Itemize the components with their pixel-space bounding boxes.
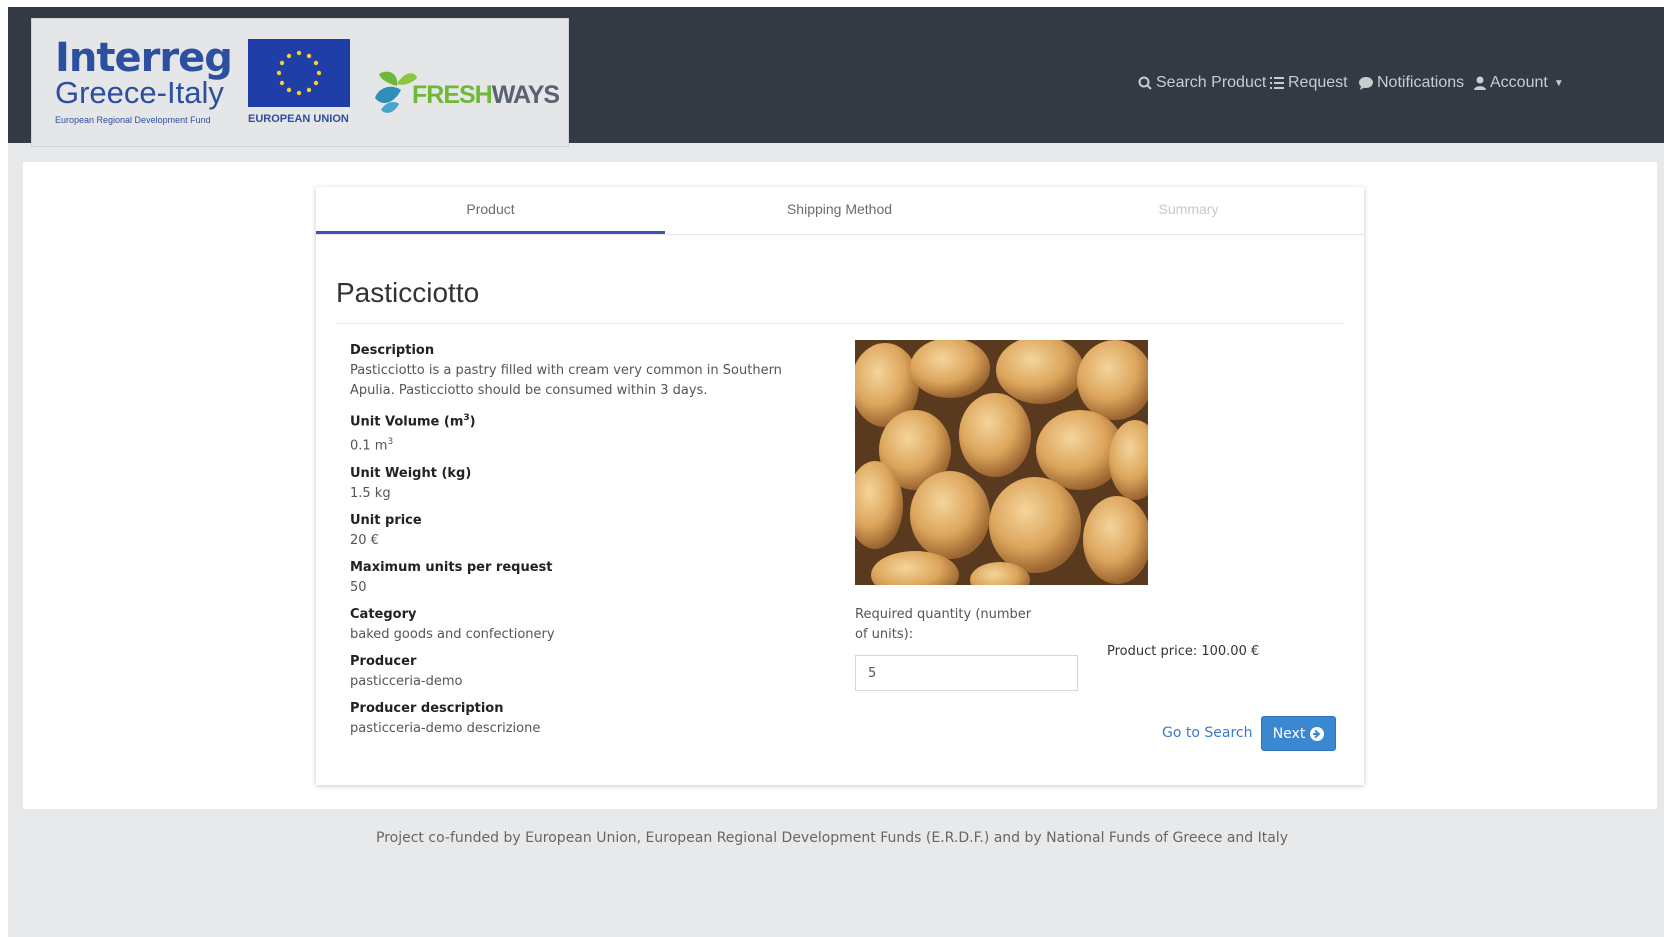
freshways-ways-text: WAYS bbox=[491, 81, 560, 109]
tab-summary[interactable]: Summary bbox=[1014, 187, 1363, 234]
description-value: Pasticciotto is a pastry filled with cre… bbox=[350, 363, 782, 398]
producer-value: pasticceria-demo bbox=[350, 673, 463, 689]
freshways-logo-text: FRESHWAYS bbox=[412, 81, 560, 110]
nav-search-label: Search Product bbox=[1156, 74, 1267, 91]
unit-weight-value: 1.5 kg bbox=[350, 485, 391, 501]
request-wizard-card: Product Shipping Method Summary Pasticci… bbox=[316, 187, 1364, 785]
unit-price-label: Unit price bbox=[350, 512, 422, 528]
search-icon bbox=[1138, 76, 1152, 90]
unit-volume-value: 0.1 m3 bbox=[350, 432, 820, 456]
list-icon bbox=[1270, 77, 1284, 89]
producer-label: Producer bbox=[350, 653, 417, 669]
top-navbar: Interreg Greece-Italy European Regional … bbox=[8, 7, 1664, 147]
producer-description-value: pasticceria-demo descrizione bbox=[350, 720, 541, 736]
product-details: Description Pasticciotto is a pastry fil… bbox=[350, 341, 820, 746]
user-icon bbox=[1474, 76, 1486, 90]
unit-price-value: 20 € bbox=[350, 532, 379, 548]
next-button[interactable]: Next bbox=[1261, 716, 1336, 751]
divider bbox=[336, 323, 1344, 324]
product-title: Pasticciotto bbox=[336, 277, 480, 308]
arrow-circle-right-icon bbox=[1310, 726, 1325, 741]
next-button-label: Next bbox=[1272, 725, 1306, 742]
logo-banner[interactable]: Interreg Greece-Italy European Regional … bbox=[31, 18, 569, 147]
chevron-down-icon: ▼ bbox=[1553, 77, 1564, 89]
interreg-fund-label: European Regional Development Fund bbox=[55, 115, 211, 125]
tab-product[interactable]: Product bbox=[316, 187, 665, 234]
quantity-input[interactable] bbox=[855, 655, 1078, 691]
nav-notifications-label: Notifications bbox=[1377, 74, 1465, 91]
category-value: baked goods and confectionery bbox=[350, 626, 555, 642]
nav-request-label: Request bbox=[1288, 74, 1348, 91]
nav-notifications[interactable]: Notifications bbox=[1359, 72, 1464, 94]
freshways-fresh-text: FRESH bbox=[412, 81, 493, 109]
unit-volume-label-text: Unit Volume (m bbox=[350, 414, 464, 430]
eu-flag-icon bbox=[248, 39, 350, 107]
max-units-label: Maximum units per request bbox=[350, 559, 553, 575]
category-label: Category bbox=[350, 606, 417, 622]
go-to-search-link[interactable]: Go to Search bbox=[1162, 725, 1252, 741]
unit-volume-label-end: ) bbox=[469, 414, 476, 430]
unit-volume-label: Unit Volume (m3) bbox=[350, 408, 820, 432]
footer-text: Project co-funded by European Union, Eur… bbox=[376, 830, 1288, 846]
product-price-text: Product price: 100.00 € bbox=[1107, 644, 1260, 659]
producer-description-label: Producer description bbox=[350, 700, 504, 716]
product-image bbox=[855, 340, 1148, 585]
tab-shipping-method[interactable]: Shipping Method bbox=[665, 187, 1014, 234]
quantity-label: Required quantity (number of units): bbox=[855, 607, 1032, 642]
description-label: Description bbox=[350, 343, 435, 358]
unit-weight-label: Unit Weight (kg) bbox=[350, 465, 472, 481]
nav-account-label: Account bbox=[1490, 74, 1548, 91]
interreg-logo-subtitle: Greece-Italy bbox=[55, 75, 224, 110]
unit-volume-value-sup: 3 bbox=[387, 437, 394, 448]
nav-account-dropdown[interactable]: Account ▼ bbox=[1474, 72, 1564, 94]
eu-label: EUROPEAN UNION bbox=[248, 113, 349, 125]
unit-volume-value-text: 0.1 m bbox=[350, 438, 388, 454]
nav-search-product[interactable]: Search Product bbox=[1138, 72, 1266, 94]
wizard-tabs: Product Shipping Method Summary bbox=[316, 187, 1364, 235]
nav-request[interactable]: Request bbox=[1270, 72, 1348, 94]
max-units-value: 50 bbox=[350, 579, 367, 595]
comment-icon bbox=[1359, 76, 1373, 90]
